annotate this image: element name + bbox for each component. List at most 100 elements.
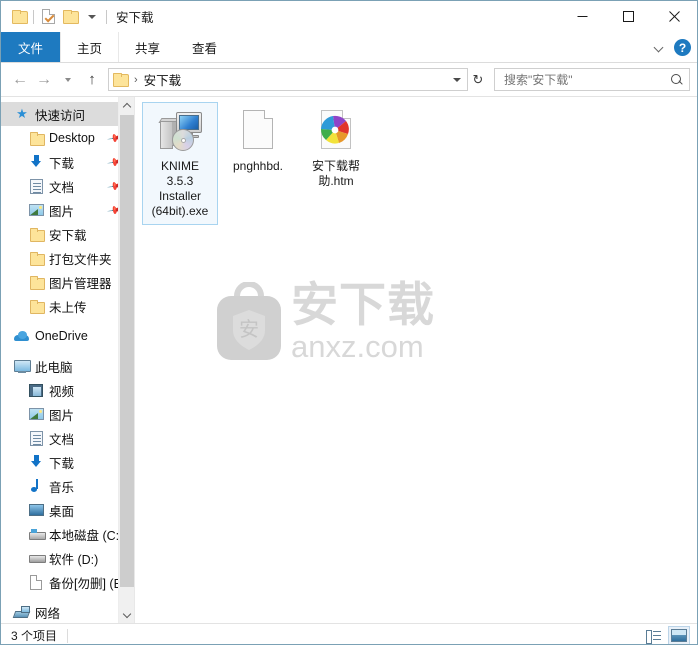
sidebar-item-quick-access[interactable]: ★ 快速访问 [1,102,134,126]
sidebar-item-label: 软件 (D:) [49,552,99,567]
navigation-pane: ★ 快速访问 Desktop 📌 下载 📌 文档 📌 图片 📌 安下载 打包文件… [1,97,134,623]
back-arrow-icon: ← [12,70,28,88]
sidebar-item-network[interactable]: 网络 [1,600,134,623]
qat-properties-button[interactable] [37,6,59,28]
up-arrow-icon: ↑ [88,71,96,88]
pictures-icon [27,201,45,219]
quick-access-toolbar: 安下载 [1,1,154,32]
search-input[interactable] [502,71,669,88]
desktop-icon [27,501,45,519]
sidebar-item-documents-pc[interactable]: 文档 [1,426,134,450]
explorer-body: ★ 快速访问 Desktop 📌 下载 📌 文档 📌 图片 📌 安下载 打包文件… [1,96,697,623]
sidebar-item-documents[interactable]: 文档 📌 [1,174,134,198]
sidebar-item-local-disk-c[interactable]: 本地磁盘 (C:) [1,522,134,546]
back-button[interactable]: ← [8,68,32,92]
file-item-pnghhbd[interactable]: pnghhbd. [220,102,296,225]
sidebar-item-this-pc[interactable]: 此电脑 [1,354,134,378]
sidebar-item-label: 未上传 [49,300,87,315]
sidebar-item-onedrive[interactable]: OneDrive [1,324,134,348]
file-name-label: 安下载帮 助.htm [311,159,360,188]
file-name-label: pnghhbd. [232,159,284,173]
large-icons-view-button[interactable] [668,626,690,644]
address-dropdown-icon[interactable] [449,78,465,82]
large-icons-view-icon [671,629,687,642]
tab-share[interactable]: 共享 [119,32,176,62]
watermark-logo-icon: 安 [217,282,281,360]
scroll-up-button[interactable] [119,97,134,114]
sidebar-item-packed-folder[interactable]: 打包文件夹 [1,246,134,270]
watermark-chinese: 安下载 [291,278,435,333]
star-pin-icon: ★ [16,106,28,121]
tab-home[interactable]: 主页 [60,32,120,62]
sidebar-item-videos[interactable]: 视频 [1,378,134,402]
tab-view[interactable]: 查看 [176,32,233,62]
sidebar-item-label: 图片 [49,204,75,219]
sidebar-item-desktop[interactable]: Desktop 📌 [1,126,134,150]
watermark-domain: anxz.com [291,329,424,364]
forward-button[interactable]: → [32,68,56,92]
sidebar-item-label: 桌面 [49,504,75,519]
sidebar-item-downloads-pc[interactable]: 下载 [1,450,134,474]
qat-divider-1 [33,9,34,24]
help-icon[interactable]: ? [674,39,691,56]
folder-icon [27,297,45,315]
sidebar-item-label: 图片管理器 [49,276,112,291]
refresh-icon[interactable]: ↻ [468,72,488,88]
sidebar-item-label: 下载 [49,156,75,171]
sidebar-item-label: 图片 [49,408,75,423]
this-pc-icon [13,357,31,375]
chevron-down-icon[interactable] [654,43,664,53]
scroll-down-button[interactable] [119,606,134,623]
html-document-icon [312,107,360,155]
breadcrumb: › 安下载 [113,70,449,89]
sidebar-item-downloads[interactable]: 下载 📌 [1,150,134,174]
ribbon-tab-bar: 文件 主页 共享 查看 ? [1,32,697,63]
maximize-button[interactable] [605,1,651,31]
blank-document-icon [234,107,282,155]
sidebar-item-software-d[interactable]: 软件 (D:) [1,546,134,570]
breadcrumb-folder-icon [113,73,129,87]
search-icon[interactable] [669,72,685,88]
sidebar-item-desktop-pc[interactable]: 桌面 [1,498,134,522]
documents-icon [27,177,45,195]
address-bar[interactable]: › 安下载 [108,68,468,91]
file-list-pane[interactable]: KNIME 3.5.3 Installer (64bit).exe pnghhb… [134,97,697,623]
sidebar-item-backup-e[interactable]: 备份[勿删] (E: [1,570,134,594]
sidebar-item-not-uploaded[interactable]: 未上传 [1,294,134,318]
forward-arrow-icon: → [36,70,52,88]
explorer-window: 安下载 文件 主页 共享 查看 ? ← → ↑ › 安下载 ↻ 搜索"安下载" … [0,0,698,645]
status-bar: 3 个项目 [1,623,697,644]
sidebar-item-image-manager[interactable]: 图片管理器 [1,270,134,294]
search-box[interactable] [494,68,690,91]
sidebar-item-music[interactable]: 音乐 [1,474,134,498]
item-count-label: 3 个项目 [11,629,58,643]
ribbon-right-controls: ? [654,32,691,63]
recent-locations-button[interactable] [56,68,80,92]
up-button[interactable]: ↑ [80,68,104,92]
file-item-anxiazai-help-htm[interactable]: 安下载帮 助.htm [298,102,374,225]
file-item-knime-installer[interactable]: KNIME 3.5.3 Installer (64bit).exe [142,102,218,225]
sidebar-item-label: 备份[勿删] (E: [49,576,126,591]
properties-icon [41,9,55,24]
details-view-button[interactable] [642,626,664,644]
qat-folder-button[interactable] [8,6,30,28]
sidebar-item-anxiazai[interactable]: 安下载 [1,222,134,246]
scrollbar-thumb[interactable] [120,115,134,587]
minimize-button[interactable] [559,1,605,31]
sidebar-item-label: 网络 [35,606,61,621]
documents-icon [27,429,45,447]
close-button[interactable] [651,1,697,31]
watermark-text: 安下载 anxz.com [291,278,435,364]
qat-customize-button[interactable] [81,6,103,28]
sidebar-item-label: 文档 [49,180,75,195]
sidebar-scrollbar[interactable] [118,97,134,623]
sidebar-item-pictures-pc[interactable]: 图片 [1,402,134,426]
sidebar-item-pictures[interactable]: 图片 📌 [1,198,134,222]
qat-new-folder-button[interactable] [59,6,81,28]
qat-divider-2 [106,9,107,24]
breadcrumb-item-0[interactable]: 安下载 [144,70,182,89]
tab-file[interactable]: 文件 [1,32,61,62]
drive-page-icon [27,573,45,591]
address-bar-row: ← → ↑ › 安下载 ↻ [1,63,697,96]
view-mode-buttons [642,626,690,644]
